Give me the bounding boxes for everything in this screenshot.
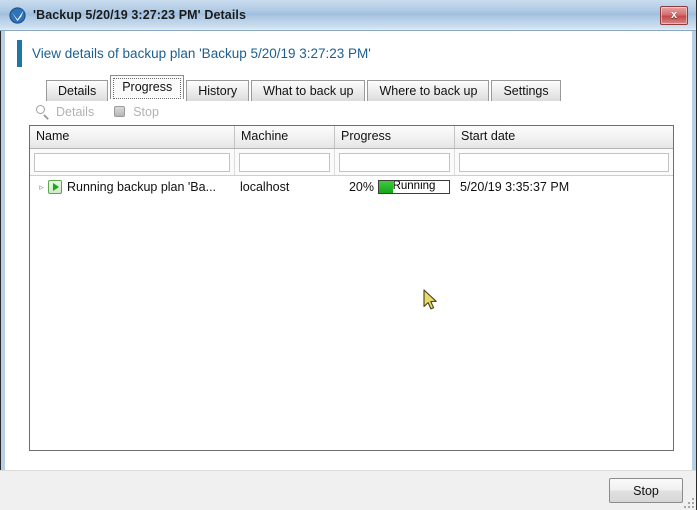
toolbar-stop-button[interactable]: Stop	[112, 104, 159, 120]
column-header-name[interactable]: Name	[30, 126, 235, 148]
filter-cell-progress	[335, 149, 455, 175]
filter-cell-name	[30, 149, 235, 175]
page-banner: View details of backup plan 'Backup 5/20…	[5, 31, 692, 75]
banner-accent-bar	[17, 39, 22, 67]
row-name-label: Running backup plan 'Ba...	[67, 180, 217, 194]
activities-grid: Name Machine Progress Start date ▹ Runni…	[29, 125, 674, 451]
grid-container: Name Machine Progress Start date ▹ Runni…	[5, 125, 692, 470]
filter-input-progress[interactable]	[339, 152, 450, 172]
window-titlebar: 'Backup 5/20/19 3:27:23 PM' Details x	[0, 0, 697, 31]
tab-history[interactable]: History	[186, 80, 250, 101]
toolbar-stop-label: Stop	[133, 105, 159, 119]
column-header-start-date[interactable]: Start date	[455, 126, 673, 148]
tab-label: Where to back up	[379, 84, 478, 98]
table-row[interactable]: ▹ Running backup plan 'Ba... localhost 2…	[30, 176, 673, 198]
tab-details[interactable]: Details	[46, 80, 109, 101]
banner-text: View details of backup plan 'Backup 5/20…	[32, 45, 371, 61]
progress-bar-label: Running	[392, 180, 436, 193]
stop-button[interactable]: Stop	[609, 478, 683, 503]
tab-label: Settings	[503, 84, 549, 98]
toolbar-details-button[interactable]: Details	[35, 104, 94, 120]
column-header-machine[interactable]: Machine	[235, 126, 335, 148]
grid-toolbar: Details Stop	[5, 99, 692, 125]
backup-app-icon	[9, 6, 26, 24]
progress-percent-label: 20%	[348, 180, 374, 194]
cell-start-date: 5/20/19 3:35:37 PM	[460, 180, 570, 194]
tab-label: What to back up	[263, 84, 354, 98]
grid-filter-row	[30, 149, 673, 176]
details-window: 'Backup 5/20/19 3:27:23 PM' Details x Vi…	[0, 0, 697, 510]
tab-settings[interactable]: Settings	[491, 80, 561, 101]
grid-body: ▹ Running backup plan 'Ba... localhost 2…	[30, 176, 673, 450]
running-play-icon	[48, 180, 62, 194]
grid-header-row: Name Machine Progress Start date	[30, 126, 673, 149]
resize-grip[interactable]	[682, 496, 694, 508]
cell-progress: 20% Running	[335, 176, 455, 198]
close-button[interactable]: x	[660, 5, 688, 25]
cell-machine: localhost	[240, 180, 290, 194]
filter-input-start-date[interactable]	[459, 152, 669, 172]
tab-label: Progress	[122, 80, 173, 94]
close-icon: x	[670, 8, 678, 21]
filter-cell-machine	[235, 149, 335, 175]
toolbar-details-label: Details	[56, 105, 95, 119]
tab-where-to-back-up[interactable]: Where to back up	[367, 80, 490, 101]
tab-label: Details	[58, 84, 97, 98]
search-icon	[35, 104, 51, 120]
tab-progress[interactable]: Progress	[110, 75, 185, 99]
column-header-progress[interactable]: Progress	[335, 126, 455, 148]
tab-label: History	[198, 84, 238, 98]
expand-row-arrow-icon[interactable]: ▹	[35, 182, 48, 192]
filter-input-machine[interactable]	[239, 152, 330, 172]
tab-what-to-back-up[interactable]: What to back up	[251, 80, 366, 101]
cell-name: ▹ Running backup plan 'Ba...	[30, 176, 235, 198]
window-title: 'Backup 5/20/19 3:27:23 PM' Details	[33, 8, 247, 22]
tab-strip: Details Progress History What to back up…	[5, 75, 692, 101]
filter-input-name[interactable]	[34, 152, 230, 172]
filter-cell-start-date	[455, 149, 673, 175]
dialog-footer: Stop	[0, 470, 697, 510]
stop-icon	[112, 104, 128, 120]
progress-bar: Running	[378, 180, 450, 194]
